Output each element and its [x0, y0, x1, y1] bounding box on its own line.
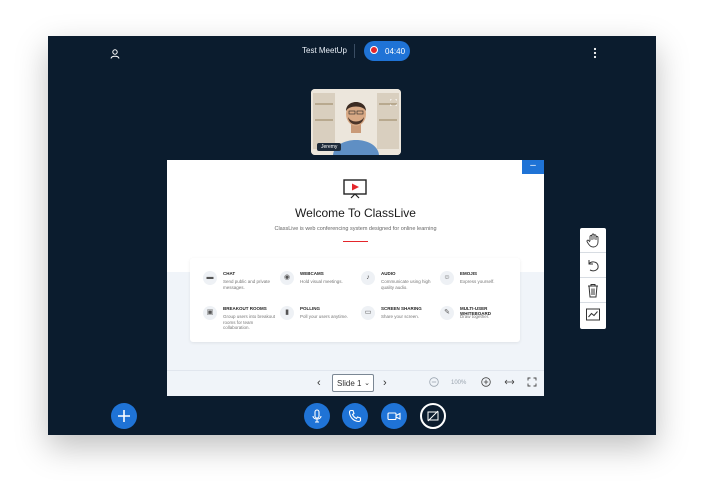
slide-divider: [343, 241, 368, 242]
feature-title: CHAT: [223, 271, 236, 276]
feature-item: ▮ POLLING Poll your users anytime.: [280, 306, 355, 336]
clear-tool[interactable]: [580, 278, 606, 303]
video-camera-icon: [387, 412, 401, 421]
screen-share-button[interactable]: [420, 403, 446, 429]
polling-icon: ▮: [280, 306, 294, 320]
feature-title: AUDIO: [381, 271, 396, 276]
feature-desc: Communicate using high quality audio.: [381, 279, 431, 290]
feature-desc: Express yourself.: [460, 279, 495, 284]
feature-title: WEBCAMS: [300, 271, 324, 276]
feature-item: ♪ AUDIO Communicate using high quality a…: [361, 271, 436, 301]
chat-icon: ▬: [203, 271, 217, 285]
slide-subtitle: ClassLive is web conferencing system des…: [274, 226, 437, 232]
screen-icon: ▭: [361, 306, 375, 320]
feature-desc: Hold visual meetings.: [300, 279, 343, 284]
previous-slide-icon[interactable]: ‹: [317, 377, 321, 389]
feature-item: ▣ BREAKOUT ROOMS Group users into breako…: [203, 306, 278, 336]
slide-select-value: Slide 1: [337, 379, 362, 388]
undo-tool[interactable]: [580, 253, 606, 278]
actions-button[interactable]: [111, 403, 137, 429]
chevron-down-icon: ⌄: [364, 380, 370, 387]
audio-icon: ♪: [361, 271, 375, 285]
feature-title: EMOJIS: [460, 271, 478, 276]
feature-item: ▬ CHAT Send public and private messages.: [203, 271, 278, 301]
hand-icon: [586, 233, 599, 248]
phone-button[interactable]: [342, 403, 368, 429]
webcam-name: Jeremy: [317, 143, 342, 151]
expand-icon[interactable]: [389, 93, 398, 111]
fit-width-icon[interactable]: [504, 377, 515, 390]
zoom-out-icon[interactable]: [429, 377, 439, 390]
undo-icon: [588, 260, 599, 272]
zoom-in-icon[interactable]: [481, 377, 491, 390]
feature-item: ▭ SCREEN SHARING Share your screen.: [361, 306, 436, 336]
microphone-icon: [312, 409, 322, 423]
conference-window: Test MeetUp 04:40 Jeremy – Welcome To Cl…: [48, 36, 656, 435]
zoom-level: 100%: [451, 380, 467, 386]
kebab-menu-icon[interactable]: [593, 46, 597, 64]
feature-item: ◉ WEBCAMS Hold visual meetings.: [280, 271, 355, 301]
slide-title: Welcome To ClassLive: [295, 206, 416, 220]
feature-item: ✎ MULTI-USER WHITEBOARD Draw together.: [440, 306, 515, 336]
whiteboard-icon: ✎: [440, 306, 454, 320]
camera-button[interactable]: [381, 403, 407, 429]
meeting-title: Test MeetUp: [302, 46, 347, 55]
feature-title: SCREEN SHARING: [381, 306, 422, 311]
recording-indicator[interactable]: 04:40: [364, 41, 410, 61]
divider: [354, 44, 355, 58]
slide-control-bar: ‹ Slide 1 ⌄ › 100%: [167, 370, 544, 396]
emoji-icon: ☺: [440, 271, 454, 285]
whiteboard-toolbar: [580, 228, 606, 329]
webcam-icon: ◉: [280, 271, 294, 285]
fullscreen-icon[interactable]: [527, 377, 537, 390]
recording-time: 04:40: [385, 47, 406, 56]
feature-title: POLLING: [300, 306, 320, 311]
microphone-button[interactable]: [304, 403, 330, 429]
presentation-icon: [343, 179, 367, 204]
breakout-icon: ▣: [203, 306, 217, 320]
feature-desc: Share your screen.: [381, 314, 420, 319]
next-slide-icon[interactable]: ›: [383, 377, 387, 389]
feature-desc: Poll your users anytime.: [300, 314, 349, 319]
minimize-presentation-button[interactable]: –: [522, 160, 544, 174]
hand-tool[interactable]: [580, 228, 606, 253]
webcam-tile[interactable]: Jeremy: [311, 89, 401, 155]
trash-icon: [588, 284, 598, 298]
screen-share-off-icon: [427, 410, 439, 422]
feature-title: BREAKOUT ROOMS: [223, 306, 267, 311]
record-icon: [370, 46, 378, 54]
feature-grid: ▬ CHAT Send public and private messages.…: [190, 258, 520, 342]
presentation-slide: – Welcome To ClassLive ClassLive is web …: [167, 160, 544, 396]
phone-icon: [348, 409, 362, 423]
multi-user-tool[interactable]: [580, 303, 606, 327]
feature-item: ☺ EMOJIS Express yourself.: [440, 271, 515, 301]
user-icon[interactable]: [110, 46, 120, 64]
feature-desc: Group users into breakout rooms for team…: [223, 314, 276, 330]
plus-icon: [118, 410, 130, 422]
feature-desc: Draw together.: [460, 314, 490, 319]
whiteboard-draw-icon: [586, 308, 600, 321]
slide-select[interactable]: Slide 1 ⌄: [332, 374, 374, 392]
feature-desc: Send public and private messages.: [223, 279, 271, 290]
